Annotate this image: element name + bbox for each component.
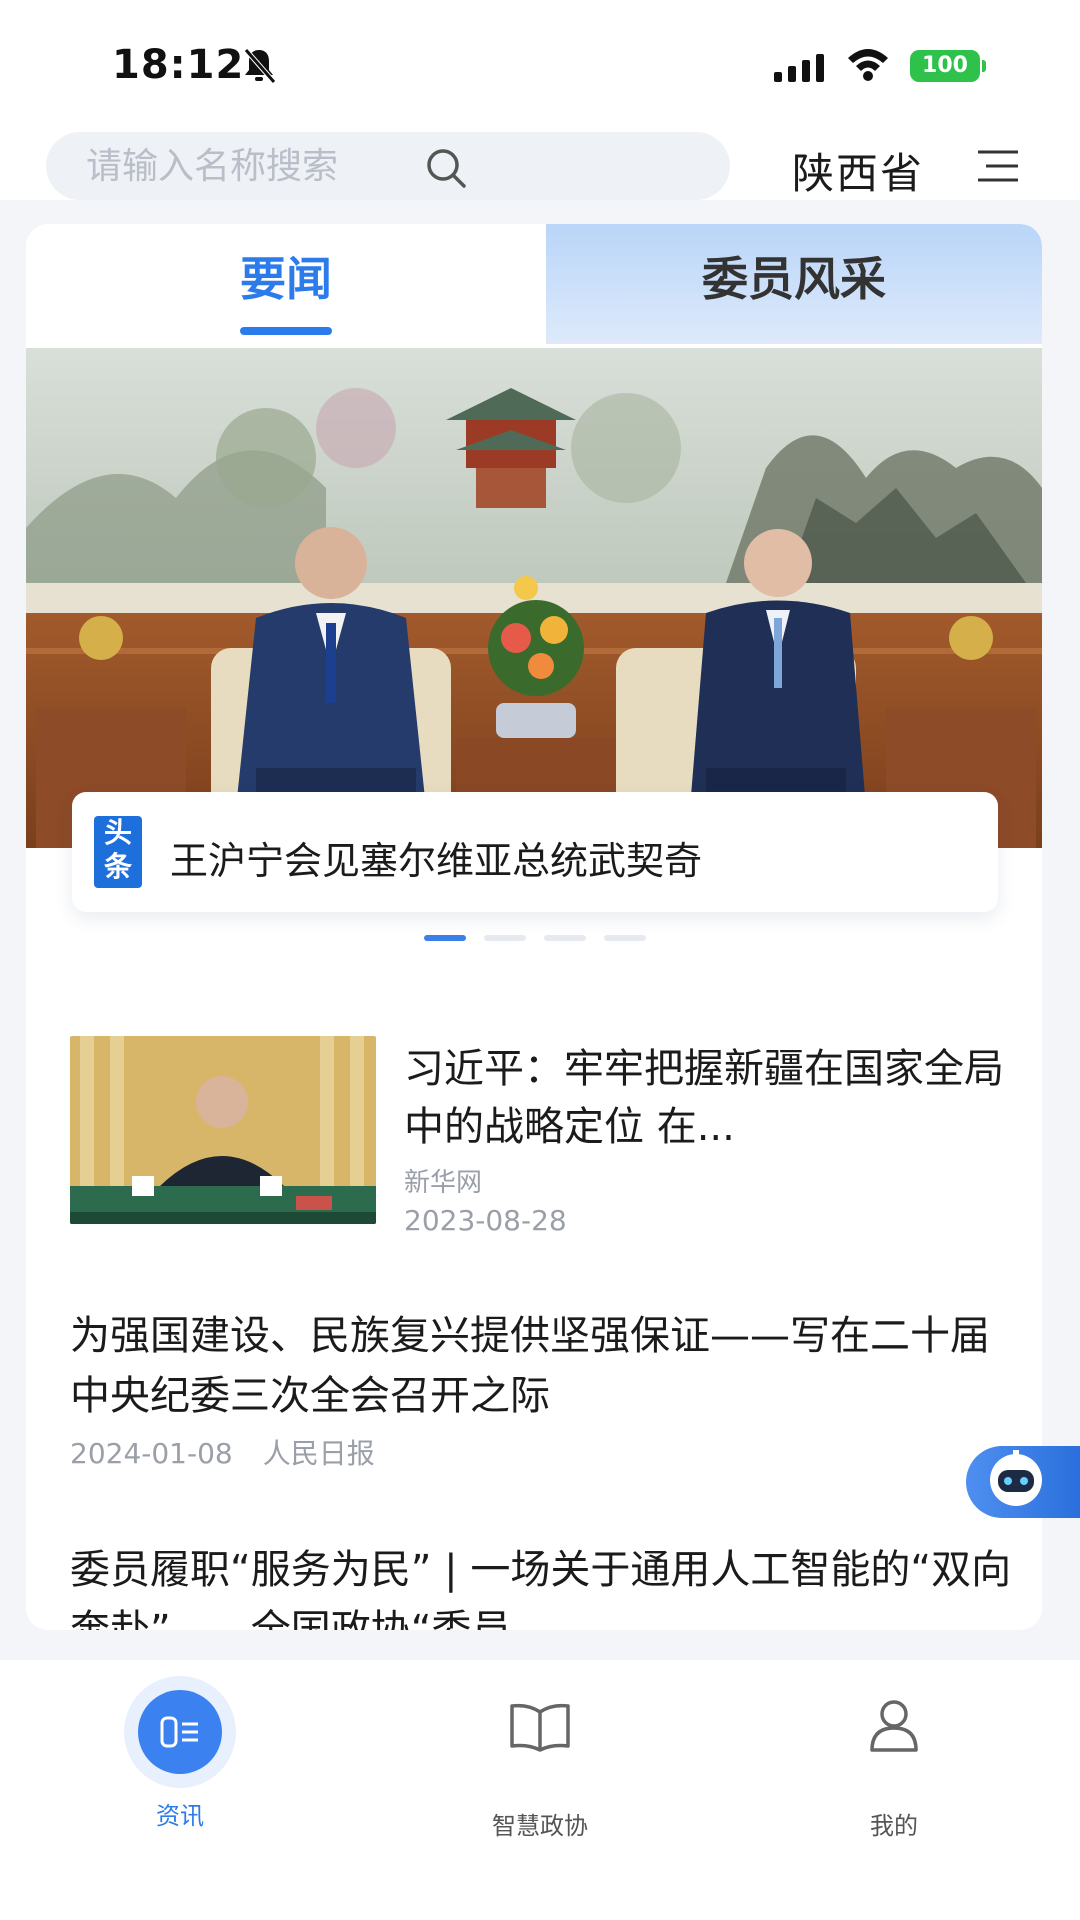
nav-label: 我的 xyxy=(870,1812,918,1840)
bottom-nav: 资讯 智慧政协 我的 xyxy=(0,1660,1080,1920)
tab-news[interactable]: 要闻 xyxy=(26,224,546,344)
news-icon xyxy=(160,1716,198,1748)
news-title[interactable]: 委员履职“服务为民” | 一场关于通用人工智能的“双向奔赴”——全国政协“委员.… xyxy=(70,1540,1030,1630)
tab-active-indicator xyxy=(240,327,332,335)
tab-bar: 要闻 委员风采 xyxy=(26,224,1042,344)
nav-item-mine[interactable]: 我的 xyxy=(794,1660,994,1860)
carousel-dot[interactable] xyxy=(484,935,526,941)
nav-label: 智慧政协 xyxy=(492,1812,588,1840)
carousel-dot[interactable] xyxy=(544,935,586,941)
tab-members-label: 委员风采 xyxy=(702,252,886,306)
region-selector[interactable]: 陕西省 xyxy=(792,140,924,201)
nav-item-smart-cppcc[interactable]: 智慧政协 xyxy=(440,1660,640,1860)
status-time: 18:12 xyxy=(112,42,245,88)
book-icon xyxy=(510,1703,570,1752)
headline-card[interactable]: 头条 王沪宁会见塞尔维亚总统武契奇 xyxy=(72,792,998,912)
news-thumbnail-illustration xyxy=(70,1036,376,1224)
robot-icon xyxy=(990,1450,1042,1506)
battery-indicator: 100 xyxy=(910,50,980,82)
battery-tip xyxy=(982,60,986,72)
bell-muted-icon xyxy=(244,48,276,84)
search-icon[interactable] xyxy=(424,146,468,190)
news-title[interactable]: 为强国建设、民族复兴提供坚强保证——写在二十届中央纪委三次全会召开之际 xyxy=(70,1306,1000,1426)
assistant-button[interactable] xyxy=(966,1446,1080,1518)
carousel-dot[interactable] xyxy=(604,935,646,941)
main-card: 要闻 委员风采 头条 王沪宁会见塞尔维亚总统武契奇 习近平：牢牢把握新疆在国家全… xyxy=(26,224,1042,1630)
news-title[interactable]: 习近平：牢牢把握新疆在国家全局中的战略定位 在... xyxy=(404,1040,1004,1156)
banner-illustration xyxy=(26,348,1042,848)
news-source: 新华网 xyxy=(404,1168,483,1198)
nav-item-news[interactable]: 资讯 xyxy=(80,1660,280,1860)
news-title-text: 委员履职“服务为民” | 一场关于通用人工智能的“双向奔赴”——全国政协“委员.… xyxy=(70,1547,1012,1630)
news-date: 2023-08-28 xyxy=(404,1204,567,1237)
search-box[interactable] xyxy=(46,132,730,200)
carousel-dot[interactable] xyxy=(424,935,466,941)
header: 陕西省 xyxy=(0,120,1080,200)
nav-label: 资讯 xyxy=(156,1802,204,1830)
wifi-icon xyxy=(848,49,888,81)
status-bar: 18:12 100 xyxy=(0,0,1080,120)
search-input[interactable] xyxy=(86,142,446,190)
news-date: 2024-01-08 xyxy=(70,1437,233,1470)
news-thumbnail[interactable] xyxy=(70,1036,376,1224)
news-meta: 2024-01-08 人民日报 xyxy=(70,1432,375,1472)
banner-image[interactable] xyxy=(26,348,1042,848)
headline-title: 王沪宁会见塞尔维亚总统武契奇 xyxy=(170,839,703,883)
tab-members[interactable]: 委员风采 xyxy=(546,224,1042,344)
tab-news-label: 要闻 xyxy=(240,252,332,306)
menu-icon[interactable] xyxy=(976,146,1020,186)
user-icon xyxy=(870,1700,918,1752)
signal-icon xyxy=(774,54,824,82)
headline-badge: 头条 xyxy=(94,816,142,888)
news-source: 人民日报 xyxy=(262,1437,375,1470)
